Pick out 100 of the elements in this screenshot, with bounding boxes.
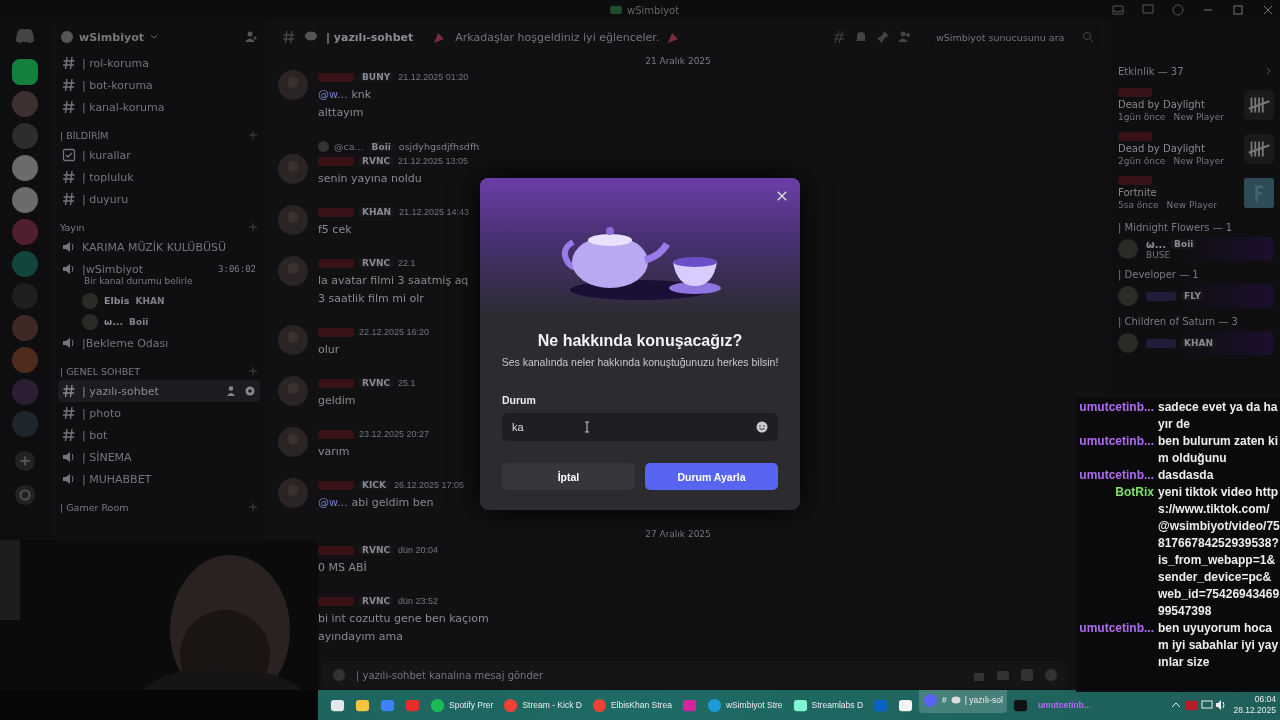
taskbar-item[interactable]: # | yazılı-sol xyxy=(919,690,1007,713)
member-row[interactable]: KHAN xyxy=(1118,331,1274,355)
username-bar[interactable] xyxy=(318,258,354,268)
activity-card[interactable]: Dead by Daylight 2gün önce New Player xyxy=(1118,132,1274,166)
invite-icon[interactable] xyxy=(244,30,258,44)
cancel-button[interactable]: İptal xyxy=(502,463,635,490)
clock-time[interactable]: 06:04 xyxy=(1254,694,1276,705)
close-icon[interactable] xyxy=(1262,4,1274,16)
category-label[interactable]: | BİLDİRİM xyxy=(60,129,109,141)
inbox-icon[interactable] xyxy=(1112,4,1124,16)
timestamp: dün 20:04 xyxy=(398,545,439,555)
taskbar-item[interactable]: Spotify Prer xyxy=(426,692,498,718)
channel-item[interactable]: | bot-koruma xyxy=(58,74,260,96)
username-bar xyxy=(1146,291,1176,301)
checkbox-icon xyxy=(62,148,76,162)
channel-status[interactable]: Bir kanal durumu belirle xyxy=(58,276,260,290)
category-label[interactable]: Yayın xyxy=(60,221,85,233)
field-label: Durum xyxy=(502,394,536,406)
volume-icon[interactable] xyxy=(1215,699,1228,711)
bell-icon[interactable] xyxy=(854,30,868,44)
server-name[interactable]: wSimbiyot xyxy=(79,30,144,44)
clock-date[interactable]: 28.12.2025 xyxy=(1233,705,1276,716)
channel-item[interactable]: KARIMA MÜZİK KULÜBÜSÜ xyxy=(58,236,260,258)
add-icon[interactable] xyxy=(14,450,36,472)
timestamp: dün 23:52 xyxy=(398,596,439,606)
server-icon[interactable] xyxy=(12,251,38,277)
compass-icon[interactable] xyxy=(14,484,36,506)
channel-item[interactable]: | SİNEMA xyxy=(58,446,260,468)
member-name[interactable]: Elbis xyxy=(104,295,130,306)
category-label[interactable]: | GENEL SOHBET xyxy=(60,365,140,377)
taskbar-item[interactable]: Stream - Kick D xyxy=(499,692,586,718)
taskbar-item[interactable]: Streamlabs D xyxy=(788,692,868,718)
monitor-icon[interactable] xyxy=(1142,4,1154,16)
username-bar[interactable] xyxy=(318,545,354,555)
channel-item[interactable]: | yazılı-sohbet xyxy=(58,380,260,402)
taskbar-item[interactable]: wSimbiyot Stre xyxy=(702,692,787,718)
chat-username: BotRix xyxy=(1114,484,1154,501)
taskbar-item[interactable]: ElbisKhan Strea xyxy=(587,692,676,718)
username-bar[interactable] xyxy=(318,480,354,490)
username-bar[interactable] xyxy=(318,207,354,217)
username-bar[interactable] xyxy=(318,378,354,388)
category-label[interactable]: | Gamer Room xyxy=(60,501,129,513)
members-icon[interactable] xyxy=(898,30,912,44)
avatar[interactable] xyxy=(278,325,308,355)
server-icon[interactable] xyxy=(12,187,38,213)
chat-username: umutcetinb... xyxy=(1078,433,1154,450)
channel-item[interactable]: | bot xyxy=(58,424,260,446)
member-status: BUSE xyxy=(1146,249,1172,260)
avatar[interactable] xyxy=(278,154,308,184)
channel-item[interactable]: | topluluk xyxy=(58,166,260,188)
channel-item[interactable]: | kanal-koruma xyxy=(58,96,260,118)
avatar xyxy=(1118,239,1138,259)
username-bar[interactable] xyxy=(318,596,354,606)
game-name: Dead by Daylight xyxy=(1118,143,1206,154)
pin-icon[interactable] xyxy=(876,30,890,44)
server-icon[interactable] xyxy=(12,59,38,85)
member-row[interactable]: ω... Boii BUSE xyxy=(1118,237,1274,261)
confirm-button[interactable]: Durum Ayarla xyxy=(645,463,778,490)
avatar[interactable] xyxy=(278,478,308,508)
mention-link[interactable]: @w... xyxy=(318,496,348,509)
message-text: la avatar filmi 3 saatmiş aq xyxy=(318,274,469,287)
channel-item[interactable]: | duyuru xyxy=(58,188,260,210)
settings-icon[interactable] xyxy=(244,385,256,397)
date-divider: 21 Aralık 2025 xyxy=(644,55,712,68)
avatar[interactable] xyxy=(278,70,308,100)
reply-user[interactable]: @ca... xyxy=(334,141,364,152)
message-text: 3 saatlik film mi olr xyxy=(318,292,424,305)
avatar[interactable] xyxy=(278,256,308,286)
maximize-icon[interactable] xyxy=(1232,4,1244,16)
member-name[interactable]: ω... xyxy=(104,316,124,327)
channel-item[interactable]: | rol-koruma xyxy=(58,52,260,74)
username-bar[interactable] xyxy=(318,429,354,439)
network-icon[interactable] xyxy=(1201,699,1214,711)
invite-icon[interactable] xyxy=(226,385,238,397)
member-row[interactable]: FLY xyxy=(1118,284,1274,308)
avatar xyxy=(1118,333,1138,353)
avatar[interactable] xyxy=(278,376,308,406)
reply-text[interactable]: osjdyhgsdjfhsdfh xyxy=(398,141,480,152)
avatar[interactable] xyxy=(278,205,308,235)
status-field[interactable]: ka xyxy=(502,413,778,441)
user-tag: FLY xyxy=(1181,291,1204,301)
section-heading[interactable]: Etkinlik — 37 xyxy=(1118,65,1184,77)
avatar[interactable] xyxy=(278,427,308,457)
speaker-icon xyxy=(62,336,76,350)
message-input[interactable]: | yazılı-sohbet kanalına mesaj gönder xyxy=(322,661,1068,689)
channel-item[interactable]: | MUHABBET xyxy=(58,468,260,490)
username-bar[interactable] xyxy=(318,327,354,337)
channel-item[interactable]: | photo xyxy=(58,402,260,424)
activity-card[interactable]: Fortnite 5sa önce New Player xyxy=(1118,176,1274,210)
channel-item[interactable]: | kurallar xyxy=(58,144,260,166)
user-tag: RVNC xyxy=(359,258,394,268)
chat-message: dasdasda xyxy=(1158,467,1215,484)
username-bar[interactable] xyxy=(318,156,354,166)
threads-icon[interactable] xyxy=(832,30,846,44)
server-icon[interactable] xyxy=(12,155,38,181)
channel-item[interactable]: |Bekleme Odası xyxy=(58,332,260,354)
username-bar[interactable] xyxy=(318,72,354,82)
mention-link[interactable]: @w... xyxy=(318,88,348,101)
discord-logo-icon[interactable] xyxy=(15,28,35,44)
activity-card[interactable]: Dead by Daylight 1gün önce New Player xyxy=(1118,88,1274,122)
